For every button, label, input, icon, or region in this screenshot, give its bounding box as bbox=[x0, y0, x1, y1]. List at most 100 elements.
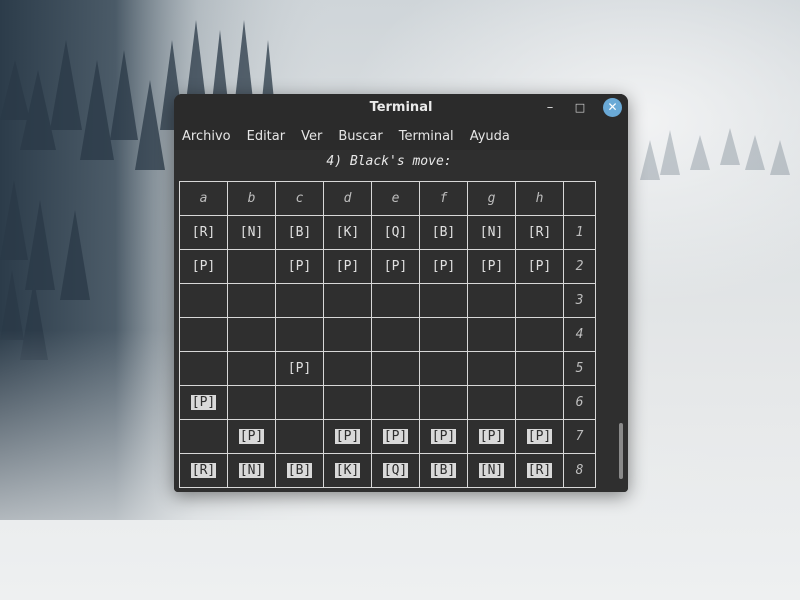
board-square bbox=[227, 317, 276, 352]
menu-ayuda[interactable]: Ayuda bbox=[470, 129, 510, 144]
white-piece: [Q] bbox=[382, 463, 409, 478]
board-square: [R] bbox=[179, 215, 228, 250]
board-square bbox=[227, 283, 276, 318]
board-square bbox=[419, 283, 468, 318]
board-square: [R] bbox=[515, 453, 564, 488]
board-square: [P] bbox=[323, 419, 372, 454]
board-corner bbox=[563, 181, 596, 216]
black-piece: [P] bbox=[383, 259, 408, 274]
black-piece: [P] bbox=[431, 259, 456, 274]
board-square: [P] bbox=[419, 419, 468, 454]
board-square: [K] bbox=[323, 453, 372, 488]
menu-ver[interactable]: Ver bbox=[301, 129, 322, 144]
white-piece: [P] bbox=[190, 395, 217, 410]
board-square: [N] bbox=[227, 215, 276, 250]
white-piece: [P] bbox=[238, 429, 265, 444]
maximize-button[interactable]: □ bbox=[570, 98, 590, 118]
black-piece: [K] bbox=[335, 225, 360, 240]
rank-label: 8 bbox=[563, 453, 596, 488]
board-row: 3 bbox=[179, 283, 596, 318]
white-piece: [K] bbox=[334, 463, 361, 478]
rank-label: 5 bbox=[563, 351, 596, 386]
board-square bbox=[227, 385, 276, 420]
board-square: [R] bbox=[515, 215, 564, 250]
board-square bbox=[515, 317, 564, 352]
file-label: f bbox=[419, 181, 468, 216]
board-square bbox=[515, 283, 564, 318]
black-piece: [P] bbox=[527, 259, 552, 274]
board-row: [P] 5 bbox=[179, 351, 596, 386]
board-row: [P] [P] [P] [P] [P] [P] [P] 2 bbox=[179, 249, 596, 284]
board-square bbox=[419, 351, 468, 386]
white-piece: [R] bbox=[526, 463, 553, 478]
black-piece: [P] bbox=[335, 259, 360, 274]
board-square bbox=[467, 283, 516, 318]
white-piece: [B] bbox=[430, 463, 457, 478]
white-piece: [P] bbox=[430, 429, 457, 444]
board-square bbox=[323, 385, 372, 420]
board-square bbox=[179, 351, 228, 386]
white-piece: [P] bbox=[382, 429, 409, 444]
terminal-window: Terminal – □ ✕ Archivo Editar Ver Buscar… bbox=[174, 94, 628, 492]
scrollbar-thumb[interactable] bbox=[619, 423, 623, 479]
board-square: [N] bbox=[467, 215, 516, 250]
terminal-output[interactable]: 4) Black's move: a b c d e f g h [R] [N] [B] [K] [Q]… bbox=[174, 150, 628, 492]
white-piece: [P] bbox=[334, 429, 361, 444]
white-piece: [N] bbox=[478, 463, 505, 478]
black-piece: [B] bbox=[431, 225, 456, 240]
board-square: [P] bbox=[467, 419, 516, 454]
title-bar[interactable]: Terminal – □ ✕ bbox=[174, 94, 628, 122]
board-square bbox=[323, 317, 372, 352]
board-square: [P] bbox=[179, 249, 228, 284]
rank-label: 7 bbox=[563, 419, 596, 454]
board-square bbox=[227, 351, 276, 386]
board-square bbox=[419, 385, 468, 420]
black-piece: [P] bbox=[191, 259, 216, 274]
menu-archivo[interactable]: Archivo bbox=[182, 129, 231, 144]
rank-label: 2 bbox=[563, 249, 596, 284]
file-label: c bbox=[275, 181, 324, 216]
board-square: [P] bbox=[467, 249, 516, 284]
file-label: a bbox=[179, 181, 228, 216]
rank-label: 3 bbox=[563, 283, 596, 318]
board-square bbox=[179, 419, 228, 454]
board-square bbox=[275, 385, 324, 420]
board-row: [P] 6 bbox=[179, 385, 596, 420]
board-square bbox=[275, 317, 324, 352]
board-square bbox=[371, 317, 420, 352]
board-square: [Q] bbox=[371, 215, 420, 250]
menu-editar[interactable]: Editar bbox=[247, 129, 286, 144]
minimize-button[interactable]: – bbox=[540, 98, 560, 118]
black-piece: [P] bbox=[287, 361, 312, 376]
board-square bbox=[467, 351, 516, 386]
close-button[interactable]: ✕ bbox=[603, 98, 622, 117]
menu-bar: Archivo Editar Ver Buscar Terminal Ayuda bbox=[174, 122, 628, 150]
board-row: [P] [P] [P] [P] [P] [P] 7 bbox=[179, 419, 596, 454]
rank-label: 6 bbox=[563, 385, 596, 420]
board-square bbox=[371, 351, 420, 386]
board-square bbox=[371, 385, 420, 420]
board-square: [P] bbox=[371, 419, 420, 454]
file-label: d bbox=[323, 181, 372, 216]
board-square: [P] bbox=[419, 249, 468, 284]
black-piece: [N] bbox=[479, 225, 504, 240]
black-piece: [R] bbox=[527, 225, 552, 240]
move-prompt: 4) Black's move: bbox=[326, 154, 452, 169]
board-row: [R] [N] [B] [K] [Q] [B] [N] [R] 1 bbox=[179, 215, 596, 250]
black-piece: [P] bbox=[287, 259, 312, 274]
board-header-row: abcdefgh bbox=[179, 181, 596, 216]
menu-buscar[interactable]: Buscar bbox=[338, 129, 382, 144]
black-piece: [B] bbox=[287, 225, 312, 240]
white-piece: [P] bbox=[478, 429, 505, 444]
board-square bbox=[467, 385, 516, 420]
board-square: [P] bbox=[227, 419, 276, 454]
board-square: [P] bbox=[515, 249, 564, 284]
rank-label: 1 bbox=[563, 215, 596, 250]
board-row: [R] [N] [B] [K] [Q] [B] [N] [R] 8 bbox=[179, 453, 596, 488]
board-square bbox=[323, 351, 372, 386]
board-square: [P] bbox=[323, 249, 372, 284]
board-square: [B] bbox=[275, 215, 324, 250]
board-square: [P] bbox=[179, 385, 228, 420]
white-piece: [R] bbox=[190, 463, 217, 478]
menu-terminal[interactable]: Terminal bbox=[399, 129, 454, 144]
